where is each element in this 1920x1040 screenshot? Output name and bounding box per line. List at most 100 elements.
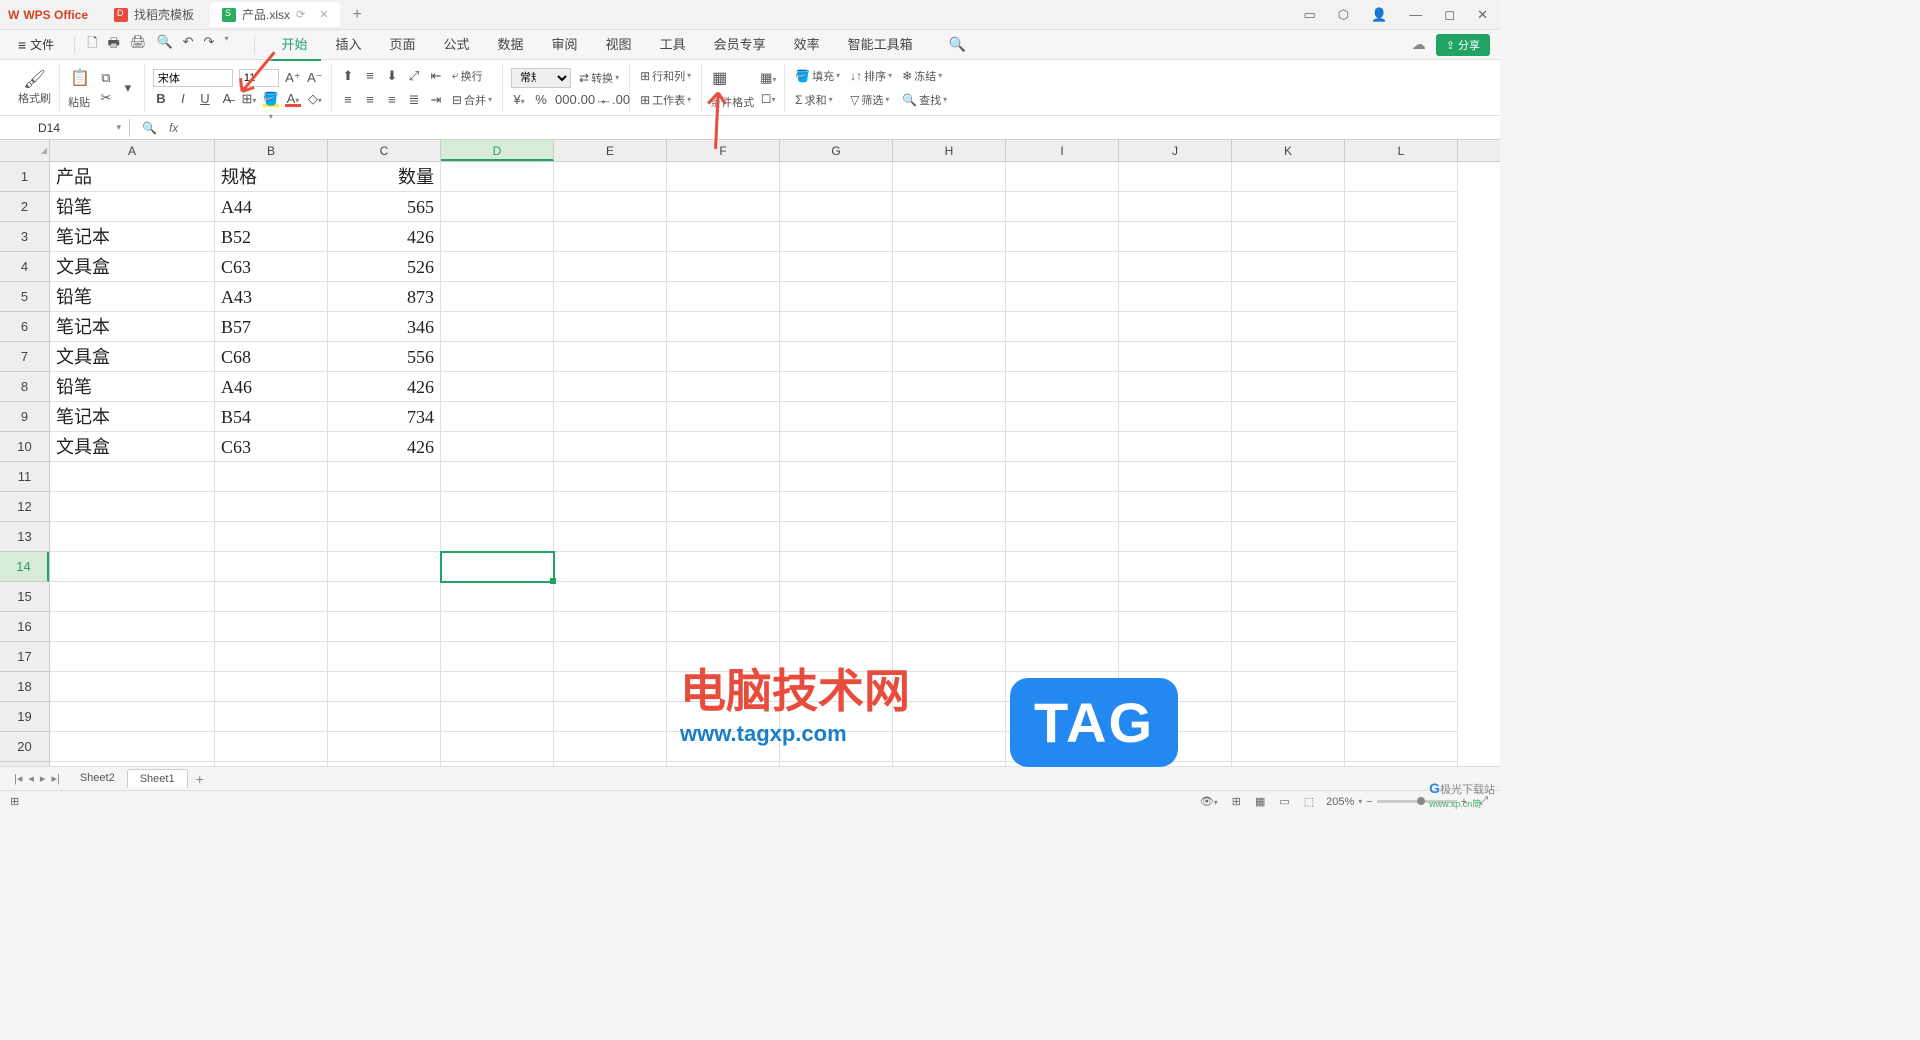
cell-E16[interactable] bbox=[554, 612, 667, 642]
cell-I11[interactable] bbox=[1006, 462, 1119, 492]
col-header-I[interactable]: I bbox=[1006, 140, 1119, 161]
user-icon[interactable]: 👤 bbox=[1367, 5, 1391, 25]
cell-H5[interactable] bbox=[893, 282, 1006, 312]
align-left-icon[interactable]: ≡ bbox=[340, 92, 356, 108]
cell-K7[interactable] bbox=[1232, 342, 1345, 372]
cell-C19[interactable] bbox=[328, 702, 441, 732]
cell-F12[interactable] bbox=[667, 492, 780, 522]
cell-I9[interactable] bbox=[1006, 402, 1119, 432]
row-header-20[interactable]: 20 bbox=[0, 732, 49, 762]
cell-J13[interactable] bbox=[1119, 522, 1232, 552]
cell-G7[interactable] bbox=[780, 342, 893, 372]
row-header-18[interactable]: 18 bbox=[0, 672, 49, 702]
cell-F9[interactable] bbox=[667, 402, 780, 432]
sheet-add-button[interactable]: + bbox=[188, 769, 212, 789]
cell-B15[interactable] bbox=[215, 582, 328, 612]
cell-I15[interactable] bbox=[1006, 582, 1119, 612]
cell-I4[interactable] bbox=[1006, 252, 1119, 282]
clear-format-icon[interactable]: ◇▾ bbox=[307, 91, 323, 107]
cell-J7[interactable] bbox=[1119, 342, 1232, 372]
row-header-4[interactable]: 4 bbox=[0, 252, 49, 282]
cell-F13[interactable] bbox=[667, 522, 780, 552]
cell-F15[interactable] bbox=[667, 582, 780, 612]
cell-J19[interactable] bbox=[1119, 702, 1232, 732]
close-button[interactable]: ✕ bbox=[1473, 5, 1492, 25]
sheet-next-icon[interactable]: ▸ bbox=[40, 772, 46, 785]
decimal-dec-icon[interactable]: ←.00 bbox=[599, 92, 615, 108]
cell-L4[interactable] bbox=[1345, 252, 1458, 282]
col-header-H[interactable]: H bbox=[893, 140, 1006, 161]
menu-tab-3[interactable]: 公式 bbox=[430, 28, 484, 61]
fx-cancel-icon[interactable]: 🔍 bbox=[142, 121, 157, 135]
cell-K8[interactable] bbox=[1232, 372, 1345, 402]
cell-G6[interactable] bbox=[780, 312, 893, 342]
cell-H7[interactable] bbox=[893, 342, 1006, 372]
cell-C11[interactable] bbox=[328, 462, 441, 492]
cell-H12[interactable] bbox=[893, 492, 1006, 522]
cell-A19[interactable] bbox=[50, 702, 215, 732]
cell-B11[interactable] bbox=[215, 462, 328, 492]
cell-C4[interactable]: 526 bbox=[328, 252, 441, 282]
cell-L14[interactable] bbox=[1345, 552, 1458, 582]
cell-H8[interactable] bbox=[893, 372, 1006, 402]
merge-button[interactable]: ⊟ 合并▾ bbox=[450, 90, 494, 110]
cell-D19[interactable] bbox=[441, 702, 554, 732]
cell-C12[interactable] bbox=[328, 492, 441, 522]
menu-tab-9[interactable]: 效率 bbox=[780, 28, 834, 61]
cell-G18[interactable] bbox=[780, 672, 893, 702]
maximize-button[interactable]: ◻ bbox=[1440, 5, 1459, 25]
freeze-button[interactable]: ❄ 冻结▾ bbox=[900, 66, 949, 86]
menu-tab-2[interactable]: 页面 bbox=[375, 28, 429, 61]
cell-B10[interactable]: C63 bbox=[215, 432, 328, 462]
menu-tab-6[interactable]: 视图 bbox=[592, 28, 646, 61]
copy-icon[interactable]: ⧉ bbox=[98, 70, 114, 86]
file-menu[interactable]: 文件 bbox=[10, 32, 62, 57]
rows-cols-button[interactable]: ⊞ 行和列▾ bbox=[638, 66, 693, 86]
cell-B4[interactable]: C63 bbox=[215, 252, 328, 282]
view-split-icon[interactable]: ▦ bbox=[1253, 793, 1267, 810]
cell-C2[interactable]: 565 bbox=[328, 192, 441, 222]
cell-K1[interactable] bbox=[1232, 162, 1345, 192]
new-icon[interactable]: 🗋 bbox=[87, 34, 97, 56]
cell-B1[interactable]: 规格 bbox=[215, 162, 328, 192]
cell-D18[interactable] bbox=[441, 672, 554, 702]
row-header-11[interactable]: 11 bbox=[0, 462, 49, 492]
row-header-7[interactable]: 7 bbox=[0, 342, 49, 372]
cell-J17[interactable] bbox=[1119, 642, 1232, 672]
cell-C14[interactable] bbox=[328, 552, 441, 582]
row-header-9[interactable]: 9 bbox=[0, 402, 49, 432]
cell-C13[interactable] bbox=[328, 522, 441, 552]
sort-button[interactable]: ↓↑ 排序▾ bbox=[848, 66, 894, 86]
cell-D20[interactable] bbox=[441, 732, 554, 762]
cell-C3[interactable]: 426 bbox=[328, 222, 441, 252]
cell-C7[interactable]: 556 bbox=[328, 342, 441, 372]
cell-D5[interactable] bbox=[441, 282, 554, 312]
cell-I2[interactable] bbox=[1006, 192, 1119, 222]
cell-J18[interactable] bbox=[1119, 672, 1232, 702]
cell-A15[interactable] bbox=[50, 582, 215, 612]
cell-D14[interactable] bbox=[441, 552, 554, 582]
redo-icon[interactable]: ↷ bbox=[204, 34, 215, 56]
size-select[interactable] bbox=[239, 69, 279, 87]
cell-L8[interactable] bbox=[1345, 372, 1458, 402]
cell-D3[interactable] bbox=[441, 222, 554, 252]
cell-H13[interactable] bbox=[893, 522, 1006, 552]
cell-B20[interactable] bbox=[215, 732, 328, 762]
cell-C18[interactable] bbox=[328, 672, 441, 702]
cell-H1[interactable] bbox=[893, 162, 1006, 192]
row-header-16[interactable]: 16 bbox=[0, 612, 49, 642]
cell-E17[interactable] bbox=[554, 642, 667, 672]
col-header-B[interactable]: B bbox=[215, 140, 328, 161]
indent-left-icon[interactable]: ⇤ bbox=[428, 68, 444, 84]
cell-H17[interactable] bbox=[893, 642, 1006, 672]
cell-I7[interactable] bbox=[1006, 342, 1119, 372]
row-header-3[interactable]: 3 bbox=[0, 222, 49, 252]
cell-B2[interactable]: A44 bbox=[215, 192, 328, 222]
cell-A2[interactable]: 铅笔 bbox=[50, 192, 215, 222]
cell-K20[interactable] bbox=[1232, 732, 1345, 762]
cell-C1[interactable]: 数量 bbox=[328, 162, 441, 192]
cell-E11[interactable] bbox=[554, 462, 667, 492]
cell-F4[interactable] bbox=[667, 252, 780, 282]
cell-G2[interactable] bbox=[780, 192, 893, 222]
row-header-8[interactable]: 8 bbox=[0, 372, 49, 402]
